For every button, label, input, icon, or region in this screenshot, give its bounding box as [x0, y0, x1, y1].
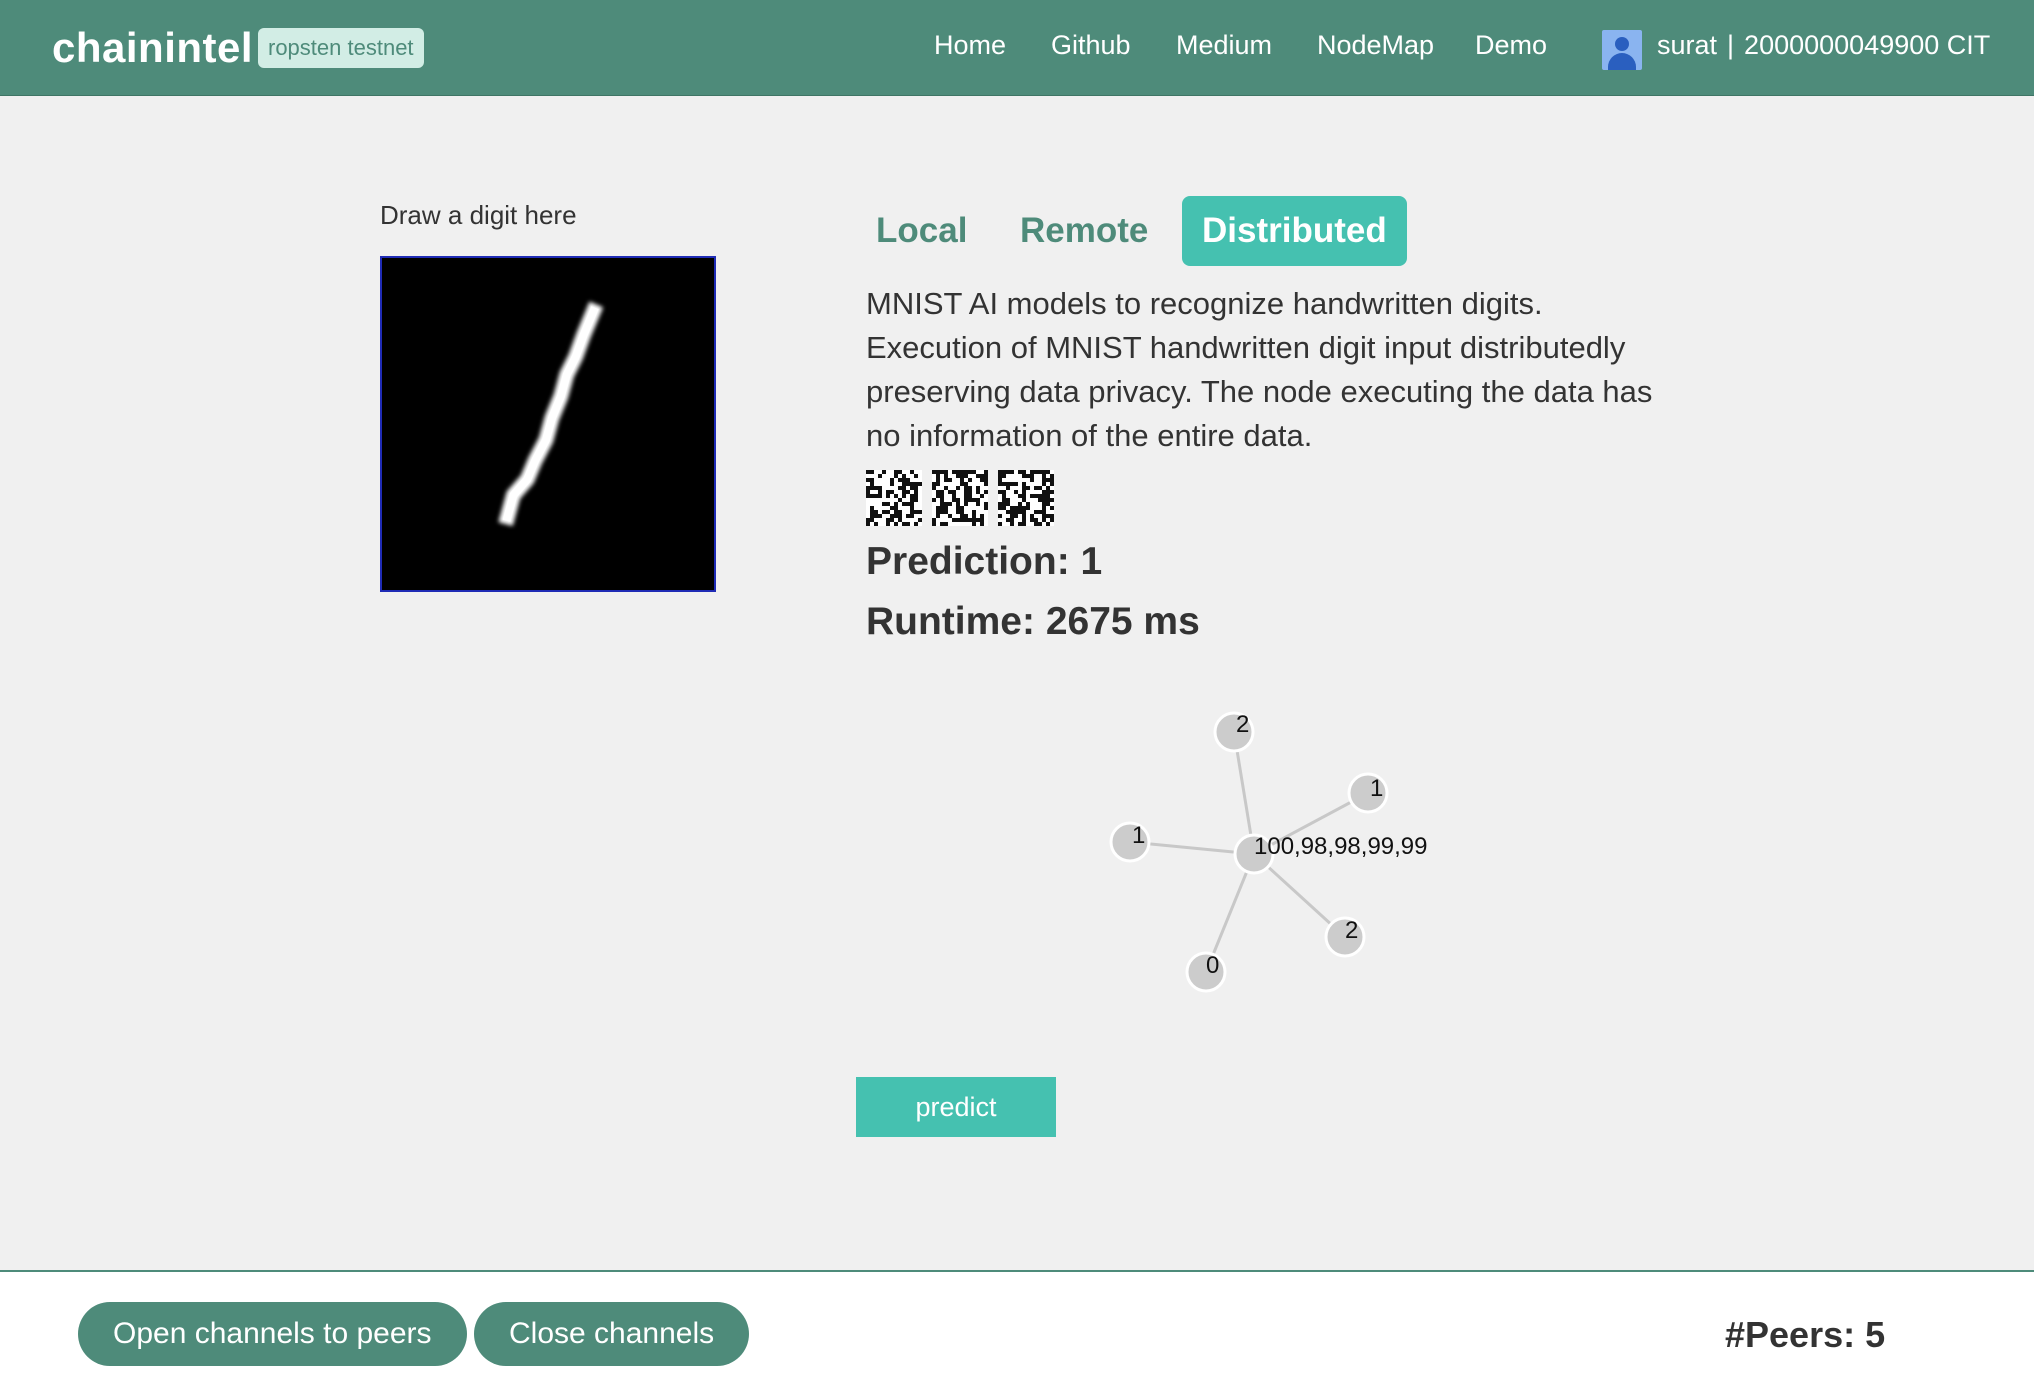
account-balance: 2000000049900 CIT	[1744, 30, 1991, 60]
open-channels-button[interactable]: Open channels to peers	[78, 1302, 467, 1366]
nav-github[interactable]: Github	[1051, 30, 1131, 61]
user-avatar-icon[interactable]	[1602, 30, 1642, 70]
data-shard-qr-codes	[866, 470, 1054, 526]
peer-node-label: 1	[1132, 822, 1145, 849]
draw-digit-label: Draw a digit here	[380, 200, 577, 230]
brand-logo[interactable]: chainintel	[52, 24, 253, 72]
center-node-label: 100,98,98,99,99	[1254, 833, 1428, 860]
tab-local[interactable]: Local	[876, 196, 967, 266]
close-channels-button[interactable]: Close channels	[474, 1302, 750, 1366]
tab-distributed[interactable]: Distributed	[1182, 196, 1407, 266]
top-navbar: chainintel ropsten testnet Home Github M…	[0, 0, 2034, 96]
tab-remote[interactable]: Remote	[1020, 196, 1148, 266]
nav-home[interactable]: Home	[934, 30, 1006, 61]
drawn-digit-stroke	[498, 301, 604, 526]
digit-drawing-canvas[interactable]	[380, 256, 716, 592]
prediction-result: Prediction: 1	[866, 540, 1103, 583]
network-badge: ropsten testnet	[258, 28, 424, 68]
peers-count: #Peers: 5	[1725, 1314, 1886, 1355]
qr-code-icon	[998, 470, 1054, 526]
predict-button[interactable]: predict	[856, 1077, 1056, 1137]
account-info[interactable]: surat | 2000000049900 CIT	[1657, 30, 1990, 61]
peer-node-label: 2	[1236, 711, 1249, 738]
account-username: surat	[1657, 30, 1718, 60]
qr-code-icon	[932, 470, 988, 526]
model-description: MNIST AI models to recognize handwritten…	[866, 286, 1653, 453]
nav-demo[interactable]: Demo	[1475, 30, 1547, 61]
account-separator: |	[1727, 30, 1735, 60]
peer-node-label: 2	[1345, 917, 1358, 944]
runtime-result: Runtime: 2675 ms	[866, 600, 1200, 643]
nav-nodemap[interactable]: NodeMap	[1317, 30, 1434, 61]
peer-node-label: 1	[1370, 775, 1383, 802]
peer-network-graph: 2 1 1 2 0 100,98,98,99,99	[1080, 690, 1500, 1020]
nav-medium[interactable]: Medium	[1176, 30, 1272, 61]
qr-code-icon	[866, 470, 922, 526]
footer-bar: Open channels to peers Close channels #P…	[0, 1270, 2034, 1390]
peer-node-label: 0	[1206, 952, 1219, 979]
